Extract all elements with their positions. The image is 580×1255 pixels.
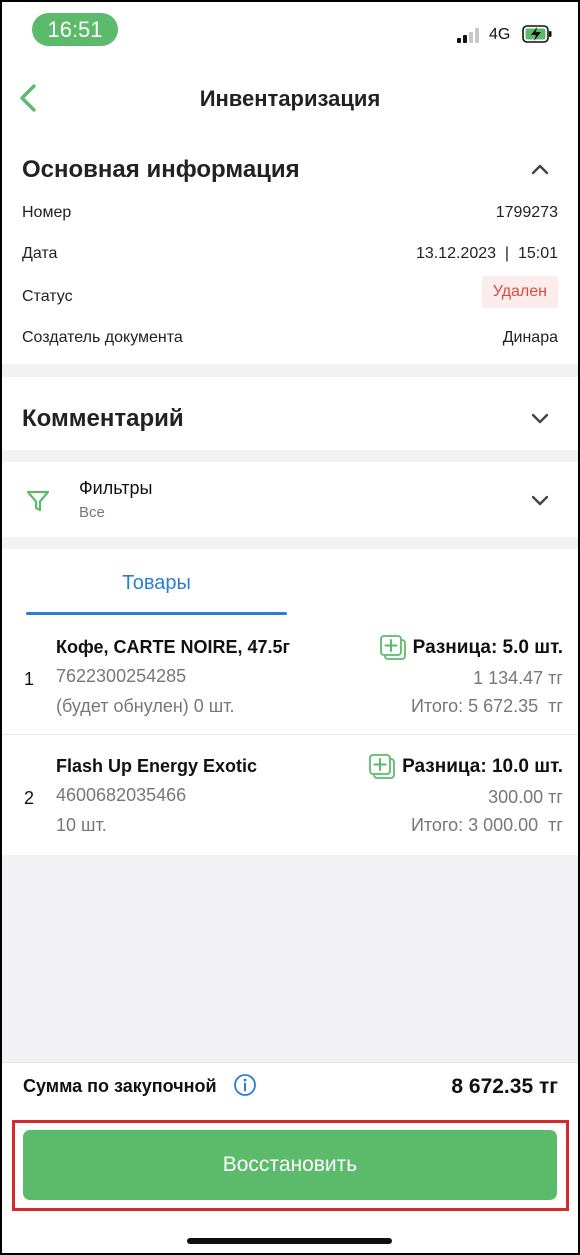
chevron-down-icon[interactable] (529, 407, 551, 429)
main-info-title: Основная информация (22, 156, 300, 183)
item-difference: Разница: 10.0 шт. (368, 754, 563, 780)
item-index: 1 (24, 669, 35, 689)
network-type: 4G (489, 26, 511, 43)
item-total: Итого: 5 672.35 тг (410, 696, 563, 716)
item-difference: Разница: 5.0 шт. (379, 635, 563, 661)
number-value: 1799273 (495, 204, 558, 221)
purchase-sum-label: Сумма по закупочной (23, 1076, 217, 1096)
status-label: Статус (22, 288, 73, 305)
list-item[interactable]: 2 Flash Up Energy Exotic 4600682035466 1… (0, 736, 580, 854)
creator-value: Динара (502, 329, 558, 346)
restore-button[interactable]: Восстановить (23, 1130, 557, 1200)
item-name: Кофе, CARTE NOIRE, 47.5г (56, 637, 291, 657)
item-summary: Разница: 10.0 шт. 300.00 тг Итого: 3 000… (368, 754, 563, 836)
chevron-up-icon[interactable] (529, 158, 551, 180)
tab-goods-label: Товары (122, 572, 191, 594)
filter-icon (26, 490, 50, 512)
list-item[interactable]: 1 Кофе, CARTE NOIRE, 47.5г 7622300254285… (0, 617, 580, 735)
item-price: 1 134.47 тг (473, 668, 563, 688)
item-barcode: 7622300254285 (56, 666, 187, 686)
filters-title: Фильтры (79, 478, 153, 498)
add-copy-icon (369, 754, 395, 779)
item-difference-text: Разница: 10.0 шт. (402, 756, 563, 777)
home-indicator[interactable] (187, 1238, 392, 1244)
date-label: Дата (22, 245, 58, 262)
tab-goods[interactable]: Товары (26, 549, 287, 615)
date-value: 13.12.2023 | 15:01 (415, 245, 558, 262)
tab-active-indicator (26, 612, 287, 615)
info-icon[interactable] (233, 1073, 257, 1097)
item-quantity: (будет обнулен) 0 шт. (56, 696, 235, 716)
comment-section[interactable]: Комментарий (0, 377, 580, 450)
navigation-bar: Инвентаризация (0, 60, 580, 142)
number-label: Номер (22, 204, 72, 221)
info-row-number: Номер 1799273 (22, 204, 558, 226)
item-summary: Разница: 5.0 шт. 1 134.47 тг Итого: 5 67… (379, 635, 563, 717)
status-time: 16:51 (32, 13, 118, 46)
item-index: 2 (24, 788, 35, 808)
footer-panel: Сумма по закупочной 8 672.35 тг Восстано… (0, 1062, 580, 1255)
item-barcode: 4600682035466 (56, 785, 187, 805)
item-total: Итого: 3 000.00 тг (410, 815, 563, 835)
status-badge: Удален (481, 276, 558, 308)
chevron-down-icon[interactable] (529, 489, 551, 511)
info-row-status: Статус Удален (22, 276, 558, 310)
item-difference-text: Разница: 5.0 шт. (412, 637, 563, 658)
filters-section[interactable]: Фильтры Все (0, 462, 580, 537)
battery-charging-icon (522, 25, 552, 43)
goods-section: Товары 1 Кофе, CARTE NOIRE, 47.5г 762230… (0, 549, 580, 855)
item-name: Flash Up Energy Exotic (56, 756, 258, 776)
item-quantity: 10 шт. (56, 815, 107, 835)
info-row-date: Дата 13.12.2023 | 15:01 (22, 245, 558, 267)
creator-label: Создатель документа (22, 329, 183, 346)
signal-strength-icon (457, 27, 485, 43)
status-bar: 16:51 4G (0, 0, 580, 60)
main-info-section: Основная информация Номер 1799273 Дата 1… (0, 142, 580, 364)
filters-value: Все (79, 504, 105, 521)
add-copy-icon (379, 635, 406, 660)
purchase-sum-value: 8 672.35 тг (451, 1075, 558, 1098)
item-price: 300.00 тг (488, 787, 563, 807)
comment-title: Комментарий (22, 405, 184, 432)
page-title: Инвентаризация (199, 86, 381, 111)
info-row-creator: Создатель документа Динара (22, 329, 558, 351)
